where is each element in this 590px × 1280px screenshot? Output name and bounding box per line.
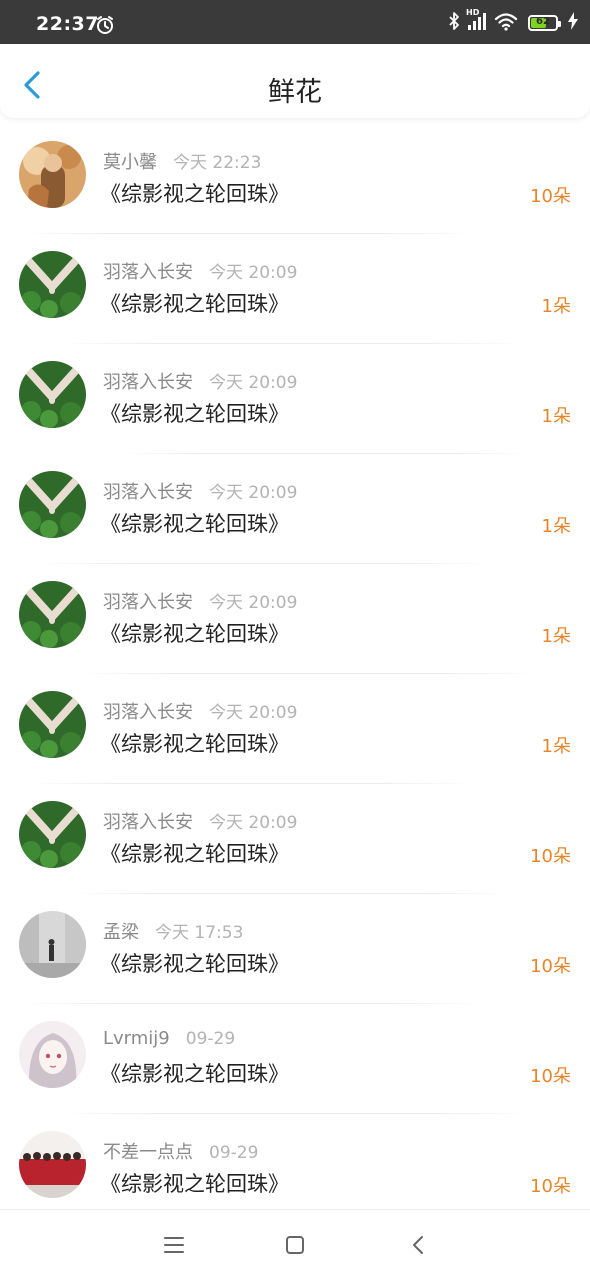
avatar[interactable] (19, 251, 86, 318)
flower-amount: 1朵 (541, 626, 571, 647)
book-title: 《综影视之轮回珠》 (100, 732, 289, 756)
book-title: 《综影视之轮回珠》 (100, 842, 289, 866)
book-title: 《综影视之轮回珠》 (100, 622, 289, 646)
book-title: 《综影视之轮回珠》 (100, 292, 289, 316)
item-user: 孟梁 今天 17:53 (103, 918, 243, 944)
page-title: 鲜花 (268, 77, 322, 108)
system-back-button[interactable] (406, 1232, 432, 1258)
user-name: 羽落入长安 (103, 702, 193, 723)
book-title: 《综影视之轮回珠》 (100, 1062, 289, 1086)
battery-icon: 62 (528, 15, 561, 31)
user-name: 不差一点点 (103, 1142, 193, 1163)
flower-list: 莫小馨 今天 22:23 《综影视之轮回珠》 10朵 羽落入长安 今天 20:09 《综影视… (0, 124, 590, 1224)
header: 鲜花 (0, 44, 590, 118)
bluetooth-icon (448, 11, 460, 35)
item-time: 今天 22:23 (173, 153, 262, 173)
flower-amount: 10朵 (530, 1066, 571, 1087)
user-name: 羽落入长安 (103, 812, 193, 833)
avatar[interactable] (19, 801, 86, 868)
avatar[interactable] (19, 361, 86, 428)
list-item[interactable]: Lvrmij9 09-29 《综影视之轮回珠》 10朵 (0, 1004, 590, 1114)
flower-amount: 10朵 (530, 186, 571, 207)
flower-amount: 1朵 (541, 296, 571, 317)
flower-amount: 1朵 (541, 516, 571, 537)
book-title: 《综影视之轮回珠》 (100, 1172, 289, 1196)
user-name: 羽落入长安 (103, 482, 193, 503)
status-time: 22:37 (36, 13, 99, 35)
avatar[interactable] (19, 471, 86, 538)
item-time: 今天 20:09 (209, 483, 298, 503)
flower-amount: 10朵 (530, 956, 571, 977)
item-user: 羽落入长安 今天 20:09 (103, 588, 297, 614)
user-name: 羽落入长安 (103, 262, 193, 283)
list-item[interactable]: 羽落入长安 今天 20:09 《综影视之轮回珠》 10朵 (0, 784, 590, 894)
back-chevron-icon (413, 1236, 423, 1254)
list-item[interactable]: 莫小馨 今天 22:23 《综影视之轮回珠》 10朵 (0, 124, 590, 234)
item-user: 不差一点点 09-29 (103, 1138, 258, 1164)
hd-label: HD (466, 8, 480, 17)
flower-amount: 10朵 (530, 1176, 571, 1197)
flower-amount: 10朵 (530, 846, 571, 867)
user-name: 莫小馨 (103, 152, 157, 173)
avatar[interactable] (19, 911, 86, 978)
avatar[interactable] (19, 141, 86, 208)
item-user: 羽落入长安 今天 20:09 (103, 258, 297, 284)
item-time: 09-29 (185, 1029, 236, 1049)
item-time: 09-29 (209, 1143, 259, 1163)
list-item[interactable]: 羽落入长安 今天 20:09 《综影视之轮回珠》 1朵 (0, 344, 590, 454)
item-time: 今天 20:09 (209, 373, 298, 393)
user-name: 羽落入长安 (103, 592, 193, 613)
item-time: 今天 20:09 (209, 263, 298, 283)
home-button[interactable] (282, 1232, 308, 1258)
item-user: Lvrmij9 09-29 (103, 1028, 235, 1049)
avatar[interactable] (19, 691, 86, 758)
book-title: 《综影视之轮回珠》 (100, 952, 289, 976)
menu-button[interactable] (161, 1232, 187, 1258)
book-title: 《综影视之轮回珠》 (100, 182, 289, 206)
item-user: 羽落入长安 今天 20:09 (103, 478, 297, 504)
item-user: 莫小馨 今天 22:23 (103, 148, 261, 174)
user-name: 羽落入长安 (103, 372, 193, 393)
flower-amount: 1朵 (541, 406, 571, 427)
item-time: 今天 20:09 (209, 593, 298, 613)
avatar[interactable] (19, 1021, 86, 1088)
alarm-icon (95, 15, 115, 39)
list-item[interactable]: 羽落入长安 今天 20:09 《综影视之轮回珠》 1朵 (0, 234, 590, 344)
item-time: 今天 20:09 (209, 813, 298, 833)
menu-icon (164, 1237, 184, 1253)
user-name: 孟梁 (103, 922, 139, 943)
status-bar: 22:37 HD 62 (0, 0, 590, 44)
item-user: 羽落入长安 今天 20:09 (103, 698, 297, 724)
avatar[interactable] (19, 581, 86, 648)
book-title: 《综影视之轮回珠》 (100, 512, 289, 536)
signal-icon: HD (466, 8, 488, 35)
list-item[interactable]: 羽落入长安 今天 20:09 《综影视之轮回珠》 1朵 (0, 674, 590, 784)
book-title: 《综影视之轮回珠》 (100, 402, 289, 426)
battery-level: 62 (536, 16, 550, 27)
system-nav-bar (0, 1209, 590, 1280)
item-user: 羽落入长安 今天 20:09 (103, 808, 297, 834)
avatar[interactable] (19, 1131, 86, 1198)
list-item[interactable]: 不差一点点 09-29 《综影视之轮回珠》 10朵 (0, 1114, 590, 1224)
user-name: Lvrmij9 (103, 1028, 170, 1049)
charging-icon (568, 12, 578, 34)
item-time: 今天 17:53 (155, 923, 244, 943)
item-time: 今天 20:09 (209, 703, 298, 723)
item-user: 羽落入长安 今天 20:09 (103, 368, 297, 394)
wifi-icon (494, 11, 518, 35)
home-square-icon (286, 1236, 304, 1254)
list-item[interactable]: 孟梁 今天 17:53 《综影视之轮回珠》 10朵 (0, 894, 590, 1004)
list-item[interactable]: 羽落入长安 今天 20:09 《综影视之轮回珠》 1朵 (0, 564, 590, 674)
list-item[interactable]: 羽落入长安 今天 20:09 《综影视之轮回珠》 1朵 (0, 454, 590, 564)
flower-amount: 1朵 (541, 736, 571, 757)
